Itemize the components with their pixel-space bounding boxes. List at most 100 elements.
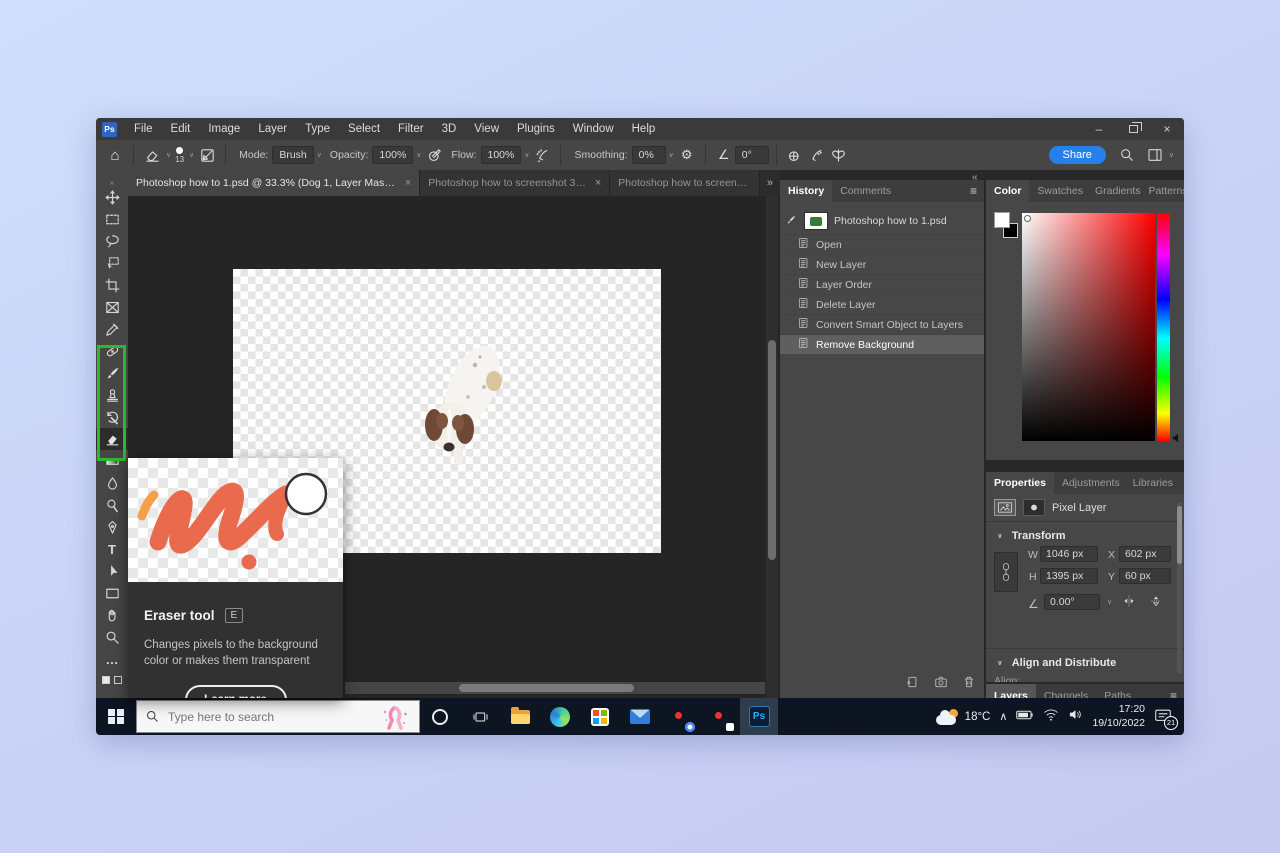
document-tab-3[interactable]: Photoshop how to screenshot — [610, 170, 760, 196]
rectangular-marquee-tool[interactable] — [96, 208, 128, 230]
share-button[interactable]: Share — [1048, 146, 1106, 164]
paint-symmetry-icon[interactable] — [828, 144, 850, 166]
menu-item-select[interactable]: Select — [339, 120, 389, 138]
show-hidden-icons-chevron[interactable]: ∧ — [999, 710, 1007, 723]
history-item[interactable]: Layer Order — [780, 274, 984, 294]
edge-button[interactable] — [540, 698, 580, 735]
gear-icon[interactable]: ⚙ — [676, 144, 698, 166]
width-input[interactable]: 1046 px — [1040, 546, 1098, 562]
history-item[interactable]: New Layer — [780, 254, 984, 274]
search-input[interactable] — [168, 709, 338, 724]
document-tab-2[interactable]: Photoshop how to screenshot 3.psd × — [420, 170, 611, 196]
quick-mask-icon[interactable] — [114, 676, 122, 684]
panel-menu-icon[interactable]: ≡ — [963, 180, 984, 202]
chevron-down-icon[interactable]: ∨ — [997, 659, 1003, 667]
new-document-from-state-icon[interactable] — [906, 675, 920, 694]
toolbar-collapse-icon[interactable]: » — [96, 170, 128, 187]
tab-overflow-icon[interactable]: » — [760, 170, 780, 196]
scrollbar-thumb[interactable] — [768, 340, 776, 560]
y-input[interactable]: 60 px — [1119, 568, 1171, 584]
start-button[interactable] — [96, 698, 136, 735]
chevron-down-icon[interactable]: ∨ — [189, 151, 194, 159]
tab-adjustments[interactable]: Adjustments — [1054, 472, 1128, 494]
hue-slider[interactable] — [1157, 213, 1170, 441]
canvas-horizontal-scrollbar[interactable] — [345, 682, 765, 694]
pen-tool[interactable] — [96, 516, 128, 538]
object-selection-tool[interactable] — [96, 252, 128, 274]
tab-color[interactable]: Color — [986, 180, 1030, 202]
panel-menu-icon[interactable]: ≡ — [1178, 472, 1184, 494]
menu-item-plugins[interactable]: Plugins — [508, 120, 564, 138]
close-tab-icon[interactable]: × — [595, 177, 601, 189]
home-icon[interactable]: ⌂ — [104, 144, 126, 166]
menu-item-file[interactable]: File — [125, 120, 162, 138]
tab-patterns[interactable]: Patterns — [1144, 180, 1184, 202]
chrome-button[interactable] — [660, 698, 700, 735]
file-explorer-button[interactable] — [500, 698, 540, 735]
mail-button[interactable] — [620, 698, 660, 735]
tab-swatches[interactable]: Swatches — [1029, 180, 1091, 202]
height-input[interactable]: 1395 px — [1040, 568, 1098, 584]
brush-size-preview[interactable]: 13 — [175, 146, 184, 164]
foreground-background-swatches[interactable] — [994, 212, 1022, 244]
history-brush-tool[interactable] — [96, 406, 128, 428]
flip-vertical-icon[interactable] — [1146, 593, 1166, 609]
menu-item-3d[interactable]: 3D — [433, 120, 466, 138]
scrollbar-thumb[interactable] — [459, 684, 634, 692]
link-dimensions-icon[interactable] — [994, 552, 1018, 592]
pixel-layer-icon[interactable] — [994, 499, 1016, 516]
hue-slider-marker[interactable] — [1172, 434, 1178, 442]
history-item[interactable]: Convert Smart Object to Layers — [780, 314, 984, 334]
hand-tool[interactable] — [96, 604, 128, 626]
lasso-tool[interactable] — [96, 230, 128, 252]
task-view-button[interactable] — [460, 698, 500, 735]
brush-angle-input[interactable]: 0° — [734, 146, 769, 164]
tab-history[interactable]: History — [780, 180, 833, 202]
menu-item-view[interactable]: View — [465, 120, 508, 138]
chevron-down-icon[interactable]: ∨ — [1107, 598, 1112, 606]
scrollbar-thumb[interactable] — [1177, 506, 1182, 564]
eyedropper-tool[interactable] — [96, 318, 128, 340]
tab-comments[interactable]: Comments — [832, 180, 899, 202]
zoom-tool[interactable] — [96, 626, 128, 648]
path-selection-tool[interactable] — [96, 560, 128, 582]
action-center-button[interactable]: 21 — [1154, 708, 1178, 730]
flip-horizontal-icon[interactable] — [1119, 593, 1139, 609]
menu-item-type[interactable]: Type — [296, 120, 339, 138]
workspace-switcher-icon[interactable] — [1144, 144, 1166, 166]
wifi-icon[interactable] — [1043, 708, 1059, 726]
menu-item-help[interactable]: Help — [623, 120, 665, 138]
menu-item-layer[interactable]: Layer — [249, 120, 296, 138]
close-tab-icon[interactable]: × — [405, 177, 411, 189]
volume-icon[interactable] — [1068, 708, 1083, 726]
saturation-brightness-field[interactable] — [1022, 213, 1155, 441]
chevron-down-icon[interactable]: ∨ — [669, 151, 674, 159]
chevron-down-icon[interactable]: ∨ — [524, 151, 529, 159]
clone-stamp-tool[interactable] — [96, 384, 128, 406]
learn-more-button[interactable]: Learn more — [184, 685, 287, 698]
tab-gradients[interactable]: Gradients — [1091, 180, 1145, 202]
document-tab-1[interactable]: Photoshop how to 1.psd @ 33.3% (Dog 1, L… — [128, 170, 421, 196]
taskbar-search[interactable] — [136, 700, 420, 733]
rectangle-tool[interactable] — [96, 582, 128, 604]
move-tool[interactable] — [96, 186, 128, 208]
cortana-button[interactable] — [420, 698, 460, 735]
history-snapshot-row[interactable]: Photoshop how to 1.psd — [780, 208, 984, 234]
clock-widget[interactable]: 17:20 19/10/2022 — [1092, 703, 1145, 729]
pressure-size-icon[interactable] — [784, 144, 806, 166]
photoshop-taskbar-button[interactable]: Ps — [740, 698, 778, 735]
weather-widget[interactable]: 18°C — [935, 708, 990, 725]
pressure-opacity-icon[interactable] — [423, 144, 445, 166]
angle-input[interactable]: 0.00° — [1044, 594, 1100, 610]
dodge-tool[interactable] — [96, 494, 128, 516]
brush-settings-panel-icon[interactable] — [196, 144, 218, 166]
close-button[interactable]: × — [1150, 118, 1184, 140]
mode-select[interactable]: Brush — [272, 146, 314, 164]
search-icon[interactable] — [1116, 144, 1138, 166]
chevron-down-icon[interactable]: ∨ — [166, 151, 171, 159]
blur-tool[interactable] — [96, 472, 128, 494]
smoothing-input[interactable]: 0% — [631, 146, 666, 164]
menu-item-image[interactable]: Image — [199, 120, 249, 138]
airbrush-toggle-icon[interactable] — [806, 144, 828, 166]
tab-libraries[interactable]: Libraries — [1128, 472, 1178, 494]
